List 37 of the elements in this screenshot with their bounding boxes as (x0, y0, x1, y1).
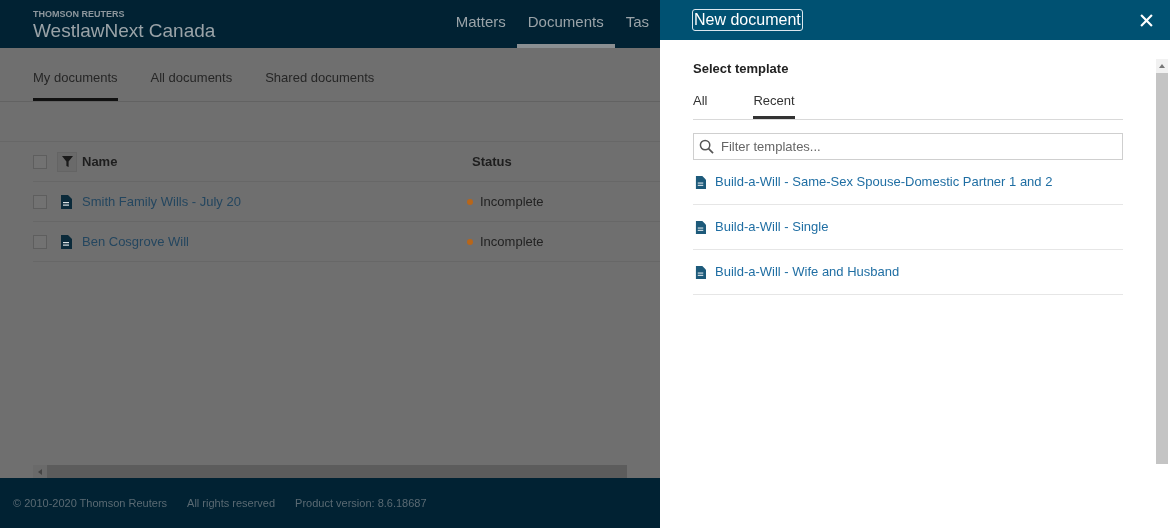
close-icon (1139, 13, 1153, 27)
template-link[interactable]: Build-a-Will - Single (715, 217, 829, 237)
close-button[interactable] (1138, 12, 1154, 28)
filter-icon (61, 156, 73, 167)
nav-tab[interactable]: Documents (516, 0, 615, 48)
status-text: Incomplete (480, 192, 544, 211)
subtab[interactable]: All documents (150, 67, 233, 101)
product-title: WestlawNext Canada (33, 20, 216, 42)
nav-tab[interactable]: Tas (614, 0, 660, 48)
document-icon (60, 194, 72, 209)
status-text: Incomplete (480, 232, 544, 251)
column-header: Name (82, 152, 119, 171)
up-arrow-icon (1159, 64, 1165, 68)
filter-field[interactable]: Filter templates... (693, 133, 1123, 160)
drawer-title: New document (692, 9, 803, 31)
left-arrow-icon (38, 468, 42, 475)
column-header: Status (472, 152, 512, 171)
template-tab[interactable]: All (693, 90, 708, 119)
footer-text: © 2010-2020 Thomson Reuters (13, 495, 168, 511)
nav-tab[interactable]: Matters (444, 0, 517, 48)
document-icon (695, 175, 706, 189)
template-link[interactable]: Build-a-Will - Same-Sex Spouse-Domestic Partner 1 and 2 (715, 172, 1053, 192)
footer-text: All rights reserved (187, 495, 276, 511)
footer-text: Product version: 8.6.18687 (295, 495, 427, 511)
section-title: Select template (693, 60, 790, 78)
horizontal-scrollbar[interactable] (33, 465, 627, 478)
document-icon (695, 265, 706, 279)
template-link[interactable]: Build-a-Will - Wife and Husband (715, 262, 900, 282)
brand-label: THOMSON REUTERS (33, 9, 126, 20)
document-icon (60, 234, 72, 249)
document-icon (695, 220, 706, 234)
template-tab[interactable]: Recent (753, 90, 795, 119)
subtab[interactable]: Shared documents (265, 67, 375, 101)
subtab[interactable]: My documents (33, 67, 118, 101)
filter-button[interactable] (57, 151, 77, 172)
vertical-scrollbar[interactable] (1156, 59, 1168, 464)
search-icon (699, 139, 714, 154)
